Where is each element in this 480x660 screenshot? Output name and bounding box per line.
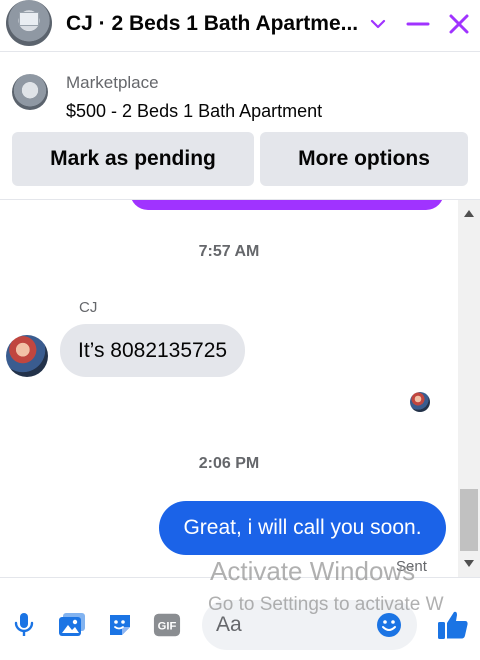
sender-name: CJ [79, 299, 98, 316]
timestamp: 7:57 AM [198, 243, 260, 260]
message-thread[interactable]: 7:57 AM CJ It’s 8082135725 2:06 PM Great… [0, 200, 458, 577]
sender-avatar[interactable] [6, 335, 48, 377]
composer: GIF [0, 577, 480, 660]
read-receipt-avatar [410, 392, 430, 412]
more-options-button[interactable]: More options [260, 132, 468, 186]
scrollbar-thumb[interactable] [460, 489, 478, 551]
close-icon[interactable] [445, 10, 473, 38]
chevron-down-icon[interactable] [364, 10, 392, 38]
incoming-message[interactable]: It’s 8082135725 [60, 324, 246, 377]
minimize-icon[interactable] [404, 10, 432, 38]
microphone-icon[interactable] [10, 610, 38, 640]
chat-title[interactable]: CJ · 2 Beds 1 Bath Apartme... [66, 12, 361, 36]
outgoing-message[interactable]: Great, i will call you soon. [159, 501, 446, 555]
listing-avatar[interactable] [6, 0, 52, 46]
photo-icon[interactable] [58, 610, 86, 640]
mark-as-pending-button[interactable]: Mark as pending [12, 132, 254, 186]
gif-label: GIF [158, 621, 177, 633]
scrollbar[interactable] [458, 200, 480, 577]
marketplace-card: Marketplace $500 - 2 Beds 1 Bath Apartme… [0, 58, 480, 200]
marketplace-label: Marketplace [66, 73, 159, 92]
previous-message-bubble[interactable] [130, 200, 444, 210]
scroll-up-arrow-icon[interactable] [464, 210, 474, 217]
chat-header: CJ · 2 Beds 1 Bath Apartme... [0, 0, 480, 52]
listing-title[interactable]: $500 - 2 Beds 1 Bath Apartment [66, 101, 322, 122]
timestamp: 2:06 PM [198, 455, 260, 472]
gif-icon[interactable]: GIF [153, 610, 181, 640]
activation-watermark-title: Activate Windows [210, 556, 416, 586]
listing-thumbnail[interactable] [12, 74, 48, 110]
sticker-icon[interactable] [106, 610, 134, 640]
activation-watermark-subtitle: Go to Settings to activate W [208, 594, 444, 615]
scroll-down-arrow-icon[interactable] [464, 560, 474, 567]
